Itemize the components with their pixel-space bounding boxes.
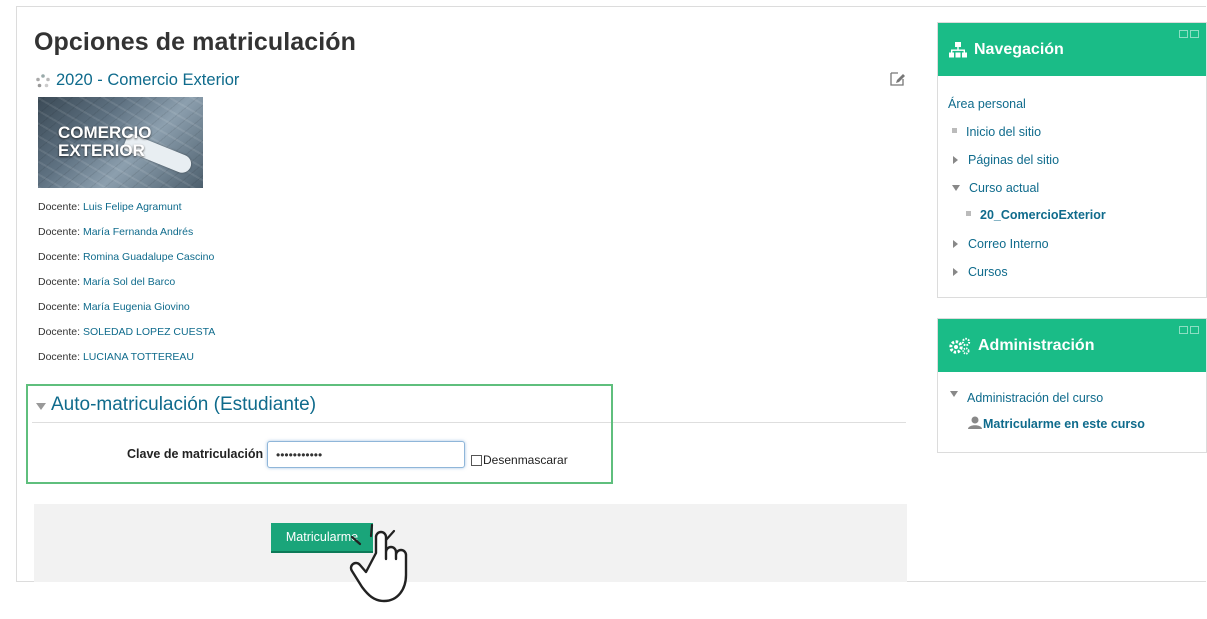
admin-item-label[interactable]: Administración del curso: [967, 391, 1103, 405]
administration-block: Administración Administración del curso …: [937, 318, 1207, 453]
nav-item-label[interactable]: 20_ComercioExterior: [980, 208, 1106, 222]
administration-block-header: Administración: [938, 319, 1206, 372]
enrolment-key-label: Clave de matriculación: [127, 447, 264, 461]
teacher-link[interactable]: María Eugenia Giovino: [83, 301, 190, 313]
course-link[interactable]: 2020 - Comercio Exterior: [35, 71, 239, 90]
collapse-block-icon[interactable]: [1179, 326, 1188, 334]
teacher-link[interactable]: Romina Guadalupe Cascino: [83, 251, 214, 263]
nav-item-current-course[interactable]: 20_ComercioExterior: [966, 208, 1106, 222]
sitemap-icon: [949, 41, 967, 57]
teacher-row: Docente: LUCIANA TOTTEREAU: [38, 351, 195, 363]
bullet-icon: [966, 210, 971, 216]
administration-title: Administración: [978, 336, 1095, 354]
form-actions-area: [34, 504, 907, 582]
nav-item-curso-actual[interactable]: Curso actual: [952, 181, 1039, 195]
nav-item-label[interactable]: Inicio del sitio: [966, 125, 1041, 139]
course-icon: [36, 73, 50, 87]
nav-item-area-personal[interactable]: Área personal: [948, 97, 1026, 111]
nav-item-label[interactable]: Cursos: [968, 265, 1008, 279]
expand-arrow-icon: [953, 268, 958, 276]
edit-icon[interactable]: [889, 71, 905, 87]
teacher-row: Docente: SOLEDAD LOPEZ CUESTA: [38, 326, 216, 338]
page-title: Opciones de matriculación: [34, 28, 357, 56]
nav-item-cursos[interactable]: Cursos: [953, 265, 1008, 279]
self-enrol-section-toggle[interactable]: Auto-matriculación (Estudiante): [36, 394, 316, 416]
admin-item-enrol-me[interactable]: Matricularme en este curso: [968, 416, 1145, 431]
teacher-link[interactable]: LUCIANA TOTTEREAU: [83, 351, 194, 363]
teacher-row: Docente: Luis Felipe Agramunt: [38, 201, 182, 213]
unmask-toggle[interactable]: Desenmascarar: [471, 453, 568, 467]
block-controls: [1179, 30, 1199, 38]
teacher-link[interactable]: Luis Felipe Agramunt: [83, 201, 182, 213]
teacher-link[interactable]: María Sol del Barco: [83, 276, 175, 288]
nav-item-paginas[interactable]: Páginas del sitio: [953, 153, 1059, 167]
teacher-list: Docente: Luis Felipe Agramunt Docente: M…: [38, 199, 215, 374]
gears-icon: [949, 337, 971, 354]
nav-item-inicio[interactable]: Inicio del sitio: [952, 125, 1041, 139]
course-name: 2020 - Comercio Exterior: [56, 71, 240, 89]
nav-item-correo[interactable]: Correo Interno: [953, 237, 1049, 251]
course-image-caption: COMERCIO EXTERIOR: [58, 123, 152, 160]
nav-item-label[interactable]: Correo Interno: [968, 237, 1049, 251]
unmask-checkbox[interactable]: [471, 454, 482, 466]
dock-block-icon[interactable]: [1190, 30, 1199, 38]
user-icon: [968, 416, 982, 429]
nav-item-label[interactable]: Curso actual: [969, 181, 1039, 195]
teacher-row: Docente: María Fernanda Andrés: [38, 226, 194, 238]
nav-item-label[interactable]: Páginas del sitio: [968, 153, 1059, 167]
unmask-label: Desenmascarar: [483, 453, 568, 467]
navigation-block-header: Navegación: [938, 23, 1206, 76]
teacher-link[interactable]: María Fernanda Andrés: [83, 226, 193, 238]
collapse-block-icon[interactable]: [1179, 30, 1188, 38]
block-controls: [1179, 326, 1199, 334]
course-image: COMERCIO EXTERIOR: [38, 97, 203, 188]
dock-block-icon[interactable]: [1190, 326, 1199, 334]
expand-arrow-icon: [953, 156, 958, 164]
teacher-row: Docente: Romina Guadalupe Cascino: [38, 251, 215, 263]
teacher-row: Docente: María Sol del Barco: [38, 276, 176, 288]
navigation-block: Navegación Área personal Inicio del siti…: [937, 22, 1207, 298]
enrolment-key-input[interactable]: [267, 441, 465, 468]
collapse-arrow-icon: [952, 185, 960, 191]
bullet-icon: [952, 127, 957, 133]
section-title: Auto-matriculación (Estudiante): [51, 394, 317, 415]
hand-pointer-icon: [349, 523, 408, 603]
collapse-arrow-icon: [950, 391, 958, 397]
navigation-title: Navegación: [974, 40, 1064, 58]
collapse-arrow-icon: [36, 402, 46, 410]
teacher-link[interactable]: SOLEDAD LOPEZ CUESTA: [83, 326, 215, 338]
expand-arrow-icon: [953, 240, 958, 248]
teacher-row: Docente: María Eugenia Giovino: [38, 301, 190, 313]
admin-item-label[interactable]: Matricularme en este curso: [983, 417, 1145, 431]
admin-item-course-admin[interactable]: Administración del curso: [950, 391, 1103, 405]
